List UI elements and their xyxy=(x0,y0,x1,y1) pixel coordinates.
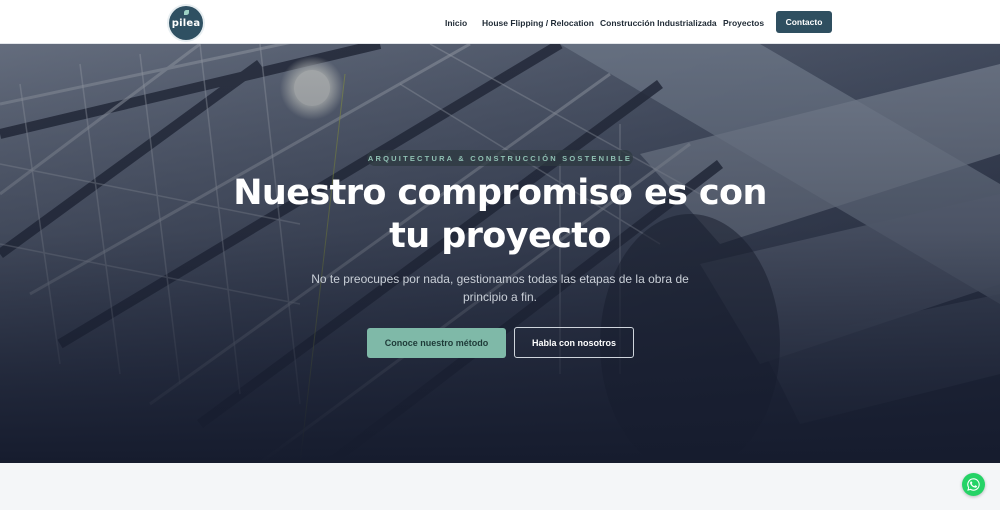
hero-title: Nuestro compromiso es con tu proyecto xyxy=(200,172,800,258)
logo-text: pilea xyxy=(171,17,201,29)
conoce-metodo-button[interactable]: Conoce nuestro método xyxy=(367,328,506,358)
nav-construccion-industrializada[interactable]: Construcción Industrializada xyxy=(600,18,717,28)
contact-button[interactable]: Contacto xyxy=(776,11,832,33)
nav-inicio[interactable]: Inicio xyxy=(445,18,467,28)
pilea-logo[interactable]: pilea xyxy=(169,6,203,40)
hero-badge-text: ARQUITECTURA & CONSTRUCCIÓN SOSTENIBLE xyxy=(367,153,633,163)
nav-proyectos[interactable]: Proyectos xyxy=(723,18,764,28)
hero-section: ARQUITECTURA & CONSTRUCCIÓN SOSTENIBLE N… xyxy=(0,44,1000,463)
site-header: pilea Inicio House Flipping / Relocation… xyxy=(0,0,1000,44)
hero-badge: ARQUITECTURA & CONSTRUCCIÓN SOSTENIBLE xyxy=(367,150,633,166)
whatsapp-glyph xyxy=(967,478,980,491)
hero-subtitle: No te preocupes por nada, gestionamos to… xyxy=(310,270,690,306)
next-section xyxy=(0,463,1000,510)
habla-con-nosotros-button[interactable]: Habla con nosotros xyxy=(514,327,634,358)
whatsapp-icon[interactable] xyxy=(962,473,985,496)
hero-title-line1: Nuestro compromiso es con xyxy=(233,173,767,213)
hero-subtitle-line2: principio a fin. xyxy=(462,290,538,304)
leaf-icon xyxy=(184,10,189,15)
hero-title-line2: tu proyecto xyxy=(389,216,611,256)
nav-house-flipping[interactable]: House Flipping / Relocation xyxy=(482,18,594,28)
hero-subtitle-line1: No te preocupes por nada, gestionamos to… xyxy=(311,272,689,286)
